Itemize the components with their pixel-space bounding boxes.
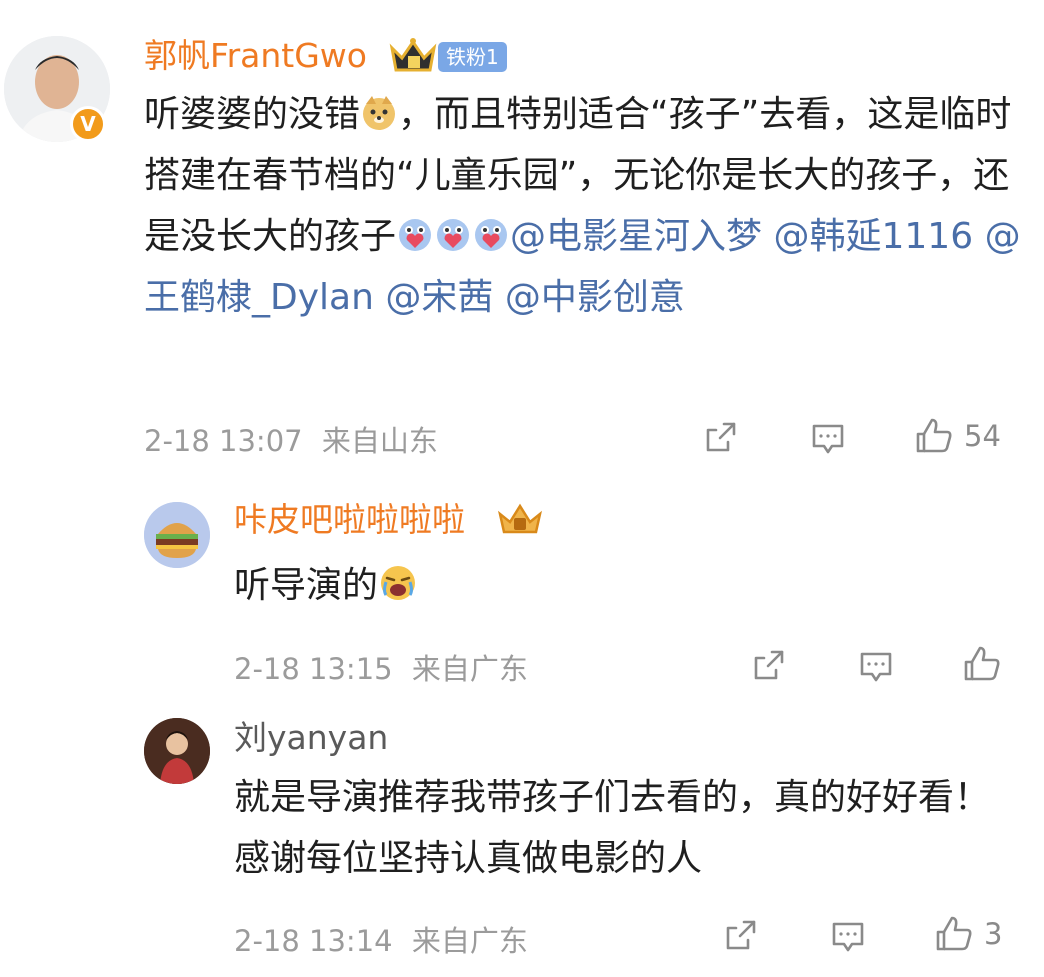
text-part: 听婆婆的没错: [144, 94, 361, 135]
reply-text: 听导演的: [234, 555, 1014, 616]
comment-author[interactable]: 郭帆FrantGwo: [144, 36, 367, 76]
like-icon: [936, 916, 972, 951]
verified-badge: V: [70, 106, 106, 142]
comment-icon: [832, 922, 864, 952]
fan-badge: 铁粉1: [438, 42, 507, 72]
cry-emoji: [381, 566, 416, 600]
avatar[interactable]: [144, 502, 210, 568]
love-emoji: [437, 219, 470, 251]
reply-time: 2-18 13:14: [234, 924, 393, 958]
mention-link[interactable]: @宋茜: [385, 277, 493, 318]
like-icon: [916, 418, 952, 453]
text-part: 听导演的: [234, 565, 379, 606]
like-button[interactable]: [962, 644, 1012, 684]
reply-location: 来自广东: [411, 924, 528, 958]
crown-icon: [498, 503, 542, 534]
burger-avatar-image: [144, 502, 210, 568]
like-button[interactable]: 54: [914, 416, 1001, 456]
crown-icon: [389, 38, 437, 72]
girl-avatar-image: [144, 718, 210, 784]
comment-meta: 2-18 13:07 来自山东: [144, 418, 438, 460]
verified-label: V: [80, 112, 96, 136]
reply-button[interactable]: [828, 916, 868, 956]
share-button[interactable]: [722, 916, 760, 954]
reply-meta: 2-18 13:15 来自广东: [234, 646, 528, 688]
mention-link[interactable]: @韩延1116: [773, 216, 973, 257]
like-count: 54: [964, 419, 1001, 453]
avatar[interactable]: [144, 718, 210, 784]
share-button[interactable]: [750, 646, 788, 684]
reply-author[interactable]: 刘yanyan: [234, 718, 388, 758]
comment-text: 听婆婆的没错 ，而且特别适合“孩子”去看，这是临时搭建在春节档的“儿童乐园”，无论…: [144, 84, 1024, 328]
doge-emoji: [363, 96, 396, 130]
comment-icon: [812, 424, 844, 454]
mention-link[interactable]: @电影星河入梦: [510, 216, 762, 257]
reply-button[interactable]: [856, 646, 896, 686]
reply-meta: 2-18 13:14 来自广东: [234, 918, 528, 960]
share-icon: [754, 650, 784, 680]
comment-location: 来自山东: [321, 424, 438, 458]
love-emoji: [475, 219, 508, 251]
like-icon: [964, 646, 1000, 681]
share-icon: [706, 422, 736, 452]
comment-icon: [860, 652, 892, 682]
like-count: 3: [984, 917, 1003, 951]
mention-link[interactable]: @中影创意: [505, 277, 685, 318]
comment-time: 2-18 13:07: [144, 424, 303, 458]
share-button[interactable]: [702, 418, 740, 456]
reply-button[interactable]: [808, 418, 848, 458]
reply-time: 2-18 13:15: [234, 652, 393, 686]
reply-text: 就是导演推荐我带孩子们去看的，真的好好看！感谢每位坚持认真做电影的人: [234, 777, 991, 879]
like-button[interactable]: 3: [934, 914, 1002, 954]
reply-location: 来自广东: [411, 652, 528, 686]
reply-author[interactable]: 咔皮吧啦啦啦啦: [234, 500, 465, 540]
share-icon: [726, 920, 756, 950]
love-emoji: [399, 219, 432, 251]
